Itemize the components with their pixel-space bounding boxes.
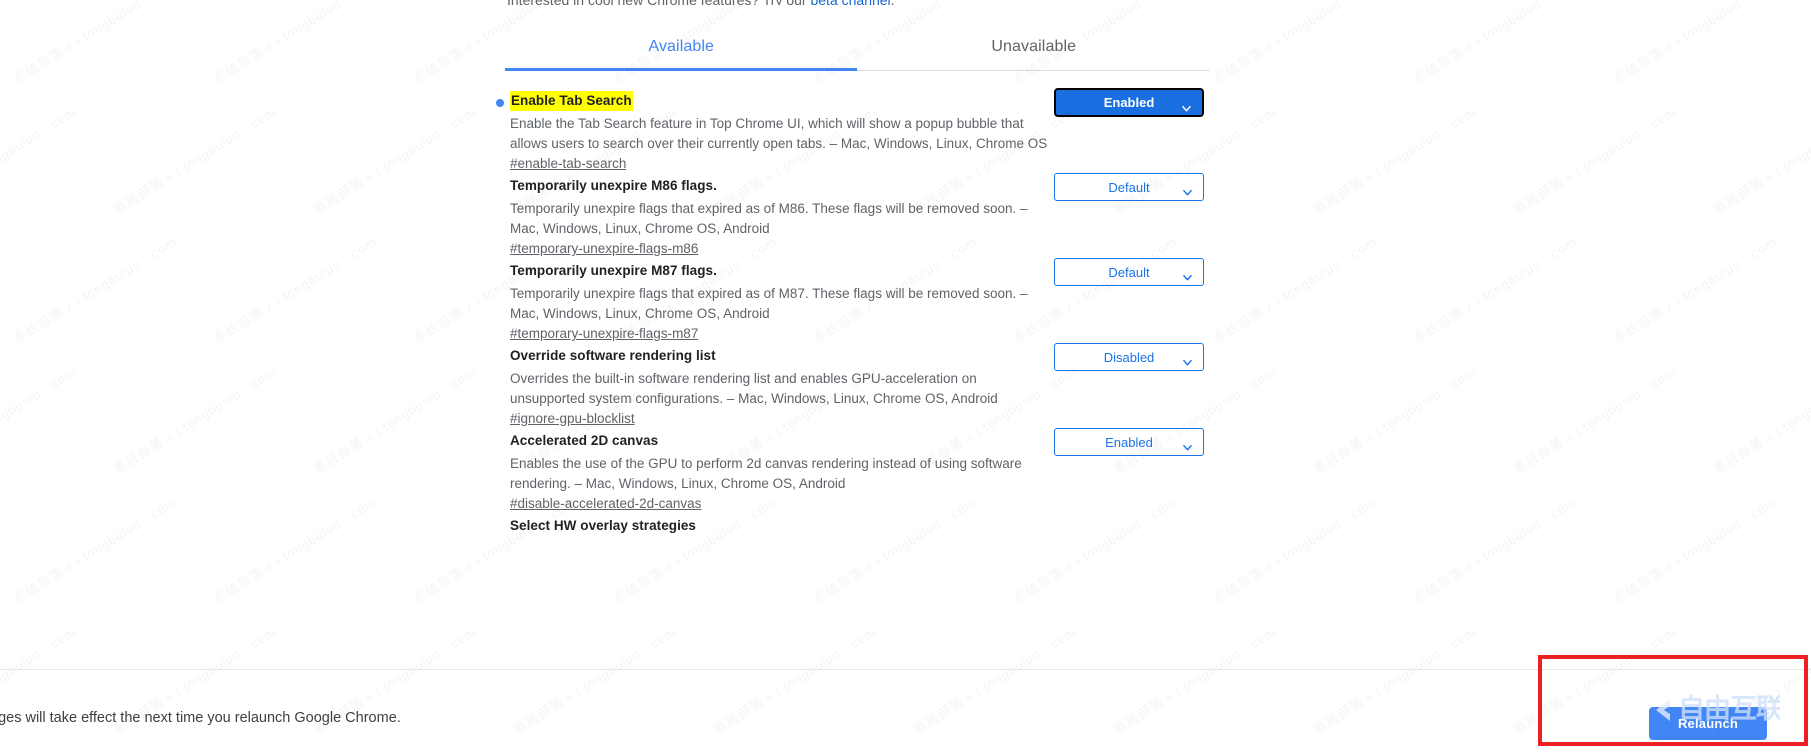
tab-unavailable[interactable]: Unavailable (858, 30, 1211, 70)
experiment-description: Overrides the built-in software renderin… (510, 371, 998, 406)
experiment-permalink[interactable]: #ignore-gpu-blocklist (510, 411, 635, 426)
experiment-select-value: Default (1108, 179, 1150, 195)
experiment-select[interactable]: Default (1054, 173, 1204, 201)
experiment-select[interactable]: Enabled (1054, 428, 1204, 456)
experiment-info: Temporarily unexpire M86 flags. Temporari… (510, 173, 1050, 258)
experiment-title: Enable Tab Search (510, 91, 633, 111)
experiment-row: Enable Tab Search Enable the Tab Search f… (0, 88, 1811, 173)
chevron-down-icon (1183, 355, 1192, 366)
relaunch-note-text: nges will take effect the next time you … (0, 710, 401, 726)
experiment-list: Enable Tab Search Enable the Tab Search f… (0, 88, 1811, 543)
experiment-select[interactable]: Default (1054, 258, 1204, 286)
experiment-permalink[interactable]: #temporary-unexpire-flags-m87 (510, 326, 698, 341)
tab-available[interactable]: Available (505, 30, 858, 70)
experiment-control: Default (1054, 173, 1204, 201)
experiment-info: Select HW overlay strategies (510, 513, 1050, 536)
experiment-title: Accelerated 2D canvas (510, 433, 659, 448)
chevron-down-icon (1183, 270, 1192, 281)
experiment-row: Temporarily unexpire M86 flags. Temporari… (0, 173, 1811, 258)
experiment-control: Enabled (1054, 88, 1204, 117)
experiment-description: Enables the use of the GPU to perform 2d… (510, 456, 1022, 491)
experiment-control: Disabled (1054, 343, 1204, 371)
tab-selection-indicator (505, 68, 857, 71)
experiment-title: Select HW overlay strategies (510, 518, 696, 533)
experiment-description: Enable the Tab Search feature in Top Chr… (510, 116, 1048, 151)
experiment-info: Temporarily unexpire M87 flags. Temporari… (510, 258, 1050, 343)
relaunch-button[interactable]: Relaunch (1649, 707, 1767, 740)
experiment-info: Accelerated 2D canvas Enables the use of … (510, 428, 1050, 513)
beta-channel-promo: Interested in cool new Chrome features? … (507, 0, 1210, 5)
experiment-permalink[interactable]: #disable-accelerated-2d-canvas (510, 496, 701, 511)
experiment-description: Temporarily unexpire flags that expired … (510, 286, 1028, 321)
experiment-row: Temporarily unexpire M87 flags. Temporari… (0, 258, 1811, 343)
experiment-control: Enabled (1054, 428, 1204, 456)
experiment-select-value: Disabled (1103, 349, 1155, 365)
experiment-row: Accelerated 2D canvas Enables the use of … (0, 428, 1811, 513)
experiment-permalink[interactable]: #temporary-unexpire-flags-m86 (510, 241, 698, 256)
experiment-permalink[interactable]: #enable-tab-search (510, 156, 626, 171)
experiment-title: Temporarily unexpire M87 flags. (510, 263, 717, 278)
promo-text-before: Interested in cool new Chrome features? … (507, 0, 810, 5)
experiment-select-value: Default (1108, 264, 1150, 280)
relaunch-bar: nges will take effect the next time you … (0, 669, 1811, 752)
experiment-row: Select HW overlay strategies (0, 513, 1811, 543)
promo-text-after: . (891, 0, 895, 5)
experiment-info: Enable Tab Search Enable the Tab Search f… (496, 88, 1050, 173)
experiment-select[interactable]: Disabled (1054, 343, 1204, 371)
experiment-row: Override software rendering list Override… (0, 343, 1811, 428)
chevron-down-icon (1183, 185, 1192, 196)
experiment-title: Override software rendering list (510, 348, 716, 363)
promo-banner: Interested in cool new Chrome features? … (505, 0, 1210, 8)
flags-page: Interested in cool new Chrome features? … (0, 0, 1811, 670)
experiment-select[interactable]: Enabled (1054, 88, 1204, 117)
experiment-control: Default (1054, 258, 1204, 286)
chevron-down-icon (1182, 101, 1191, 111)
experiment-description: Temporarily unexpire flags that expired … (510, 201, 1028, 236)
experiment-title: Temporarily unexpire M86 flags. (510, 178, 717, 193)
experiment-select-value: Enabled (1103, 95, 1155, 110)
tab-strip: Available Unavailable (505, 30, 1210, 71)
experiment-select-value: Enabled (1105, 434, 1153, 450)
experiment-info: Override software rendering list Override… (510, 343, 1050, 428)
chevron-down-icon (1183, 440, 1192, 451)
beta-channel-link[interactable]: beta channel (810, 0, 890, 5)
experiment-modified-dot-icon (496, 99, 504, 107)
